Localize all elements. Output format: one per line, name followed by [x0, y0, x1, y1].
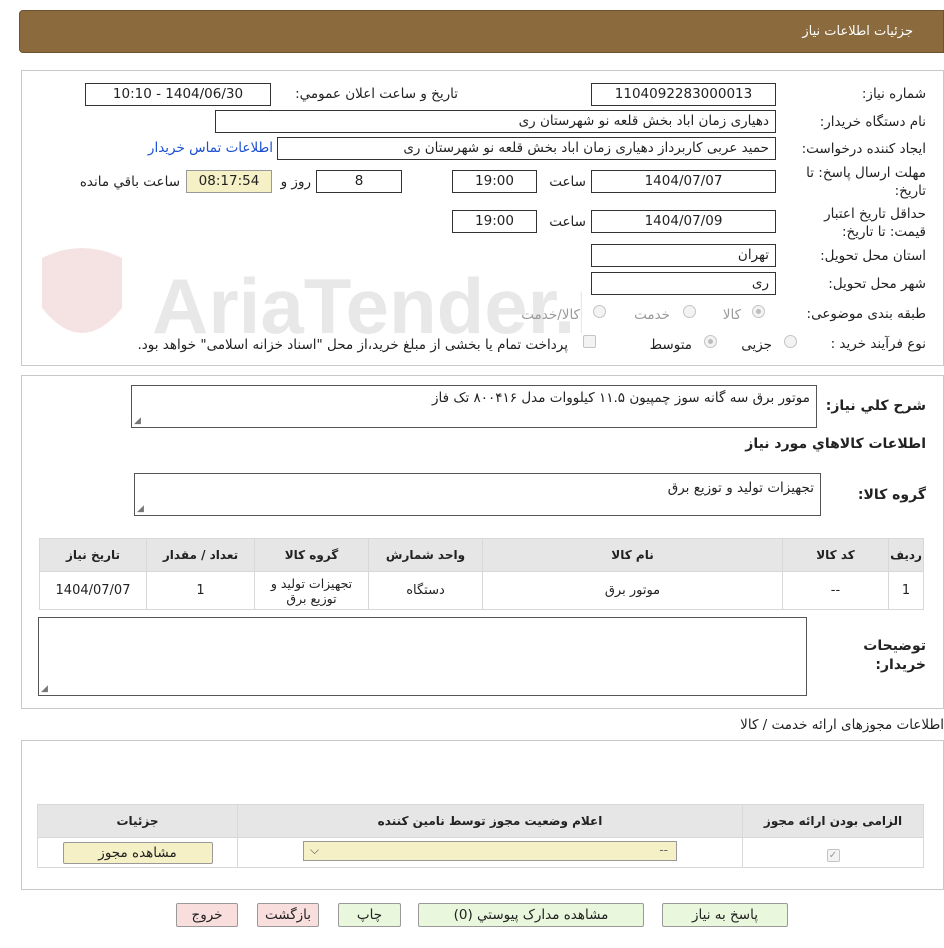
deadline-time-field: 19:00 [452, 170, 537, 193]
process-radio-medium[interactable] [704, 335, 717, 348]
process-option-medium: متوسط [649, 337, 692, 353]
chevron-down-icon: ⌵ [310, 842, 320, 857]
goods-table-header: رديف کد کالا نام کالا واحد شمارش گروه کا… [39, 538, 924, 572]
permit-status-select[interactable]: ⌵ -- [303, 840, 677, 861]
treasury-checkbox[interactable] [583, 335, 596, 348]
goods-table: رديف کد کالا نام کالا واحد شمارش گروه کا… [39, 538, 924, 610]
attachments-button[interactable]: مشاهده مدارک پيوستي (0) [418, 903, 644, 927]
cell-name: موتور برق [482, 571, 783, 610]
col-permit-required: الزامی بودن ارائه مجوز [742, 804, 924, 838]
announce-label: تاریخ و ساعت اعلان عمومي: [295, 86, 458, 102]
creator-label: ایجاد کننده درخواست: [801, 141, 926, 157]
process-label: نوع فرآیند خرید : [830, 336, 926, 352]
need-number-label: شماره نیاز: [861, 86, 926, 102]
exit-button[interactable]: خروج [176, 903, 238, 927]
buyer-org-label: نام دستگاه خريدار: [819, 114, 926, 130]
resize-grip-icon[interactable]: ◢ [41, 684, 48, 694]
days-field: 8 [316, 170, 402, 193]
cell-group: تجهیزات تولید و توزیع برق [254, 571, 369, 610]
col-name: نام کالا [482, 538, 783, 572]
permits-title: اطلاعات مجوزهای ارائه خدمت / کالا [740, 717, 944, 733]
permits-table: الزامی بودن ارائه مجوز اعلام وضعیت مجوز … [37, 804, 924, 868]
days-label: روز و [280, 174, 311, 190]
buyer-notes-label: توضيحات [863, 638, 926, 654]
permits-table-header: الزامی بودن ارائه مجوز اعلام وضعیت مجوز … [37, 804, 924, 838]
page-header: جزئیات اطلاعات نیاز [19, 10, 944, 53]
deadline-time-label: ساعت [549, 174, 586, 190]
col-group: گروه کالا [254, 538, 369, 572]
back-button[interactable]: بازگشت [257, 903, 319, 927]
need-number-field: 1104092283000013 [591, 83, 776, 106]
deadline-date-field: 1404/07/07 [591, 170, 776, 193]
category-option-service: خدمت [634, 307, 670, 323]
col-code: کد کالا [782, 538, 889, 572]
province-label: استان محل تحویل: [820, 248, 926, 264]
category-label: طبقه بندی موضوعی: [806, 306, 926, 322]
goods-group-text: تجهیزات تولید و توزیع برق [667, 480, 814, 496]
buyer-notes-textarea: ◢ [38, 617, 807, 696]
creator-field: حمید عربی کاربرداز دهیاری زمان اباد بخش … [277, 137, 776, 160]
cell-date: 1404/07/07 [39, 571, 147, 610]
city-label: شهر محل تحویل: [828, 276, 926, 292]
goods-info-title: اطلاعات کالاهاي مورد نياز [745, 436, 926, 452]
contact-buyer-link[interactable]: اطلاعات تماس خریدار [148, 140, 273, 156]
remaining-time-field: 08:17:54 [186, 170, 272, 193]
validity-time-label: ساعت [549, 214, 586, 230]
category-option-goods: کالا [722, 307, 741, 323]
view-permit-button[interactable]: مشاهده مجوز [62, 841, 213, 864]
cell-permit-required: ✓ [742, 837, 924, 868]
category-radio-service[interactable] [683, 305, 696, 318]
cell-permit-status: ⌵ -- [237, 837, 743, 868]
cell-code: -- [782, 571, 889, 610]
remaining-label: ساعت باقي مانده [79, 174, 180, 190]
buyer-org-field: دهیاری زمان اباد بخش قلعه نو شهرستان ری [215, 110, 776, 133]
print-button[interactable]: چاپ [338, 903, 401, 927]
goods-group-textarea: تجهیزات تولید و توزیع برق ◢ [134, 473, 821, 516]
col-permit-details: جزئیات [37, 804, 238, 838]
category-radio-goods[interactable] [752, 305, 765, 318]
validity-time-field: 19:00 [452, 210, 537, 233]
col-permit-status: اعلام وضعیت مجوز توسط نامین کننده [237, 804, 743, 838]
deadline-label-2: تاریخ: [894, 183, 926, 199]
summary-label: شرح کلي نياز: [825, 398, 926, 414]
summary-text: موتور برق سه گانه سوز چمپیون ۱۱.۵ کیلووا… [432, 390, 810, 406]
page-title: جزئیات اطلاعات نیاز [802, 24, 913, 39]
city-field: ری [591, 272, 776, 295]
col-unit: واحد شمارش [368, 538, 483, 572]
validity-date-field: 1404/07/09 [591, 210, 776, 233]
announce-field: 1404/06/30 - 10:10 [85, 83, 271, 106]
validity-label: حداقل تاریخ اعتبار [824, 206, 926, 222]
table-row: 1 -- موتور برق دستگاه تجهیزات تولید و تو… [39, 571, 924, 610]
process-radio-minor[interactable] [784, 335, 797, 348]
buyer-notes-label-2: خريدار: [875, 657, 926, 673]
col-date: تاريخ نياز [39, 538, 147, 572]
category-radio-goods-service[interactable] [593, 305, 606, 318]
permit-required-checkbox: ✓ [826, 849, 840, 862]
permit-status-value: -- [659, 842, 668, 857]
resize-grip-icon[interactable]: ◢ [134, 416, 141, 426]
province-field: تهران [591, 244, 776, 267]
cell-row: 1 [888, 571, 924, 610]
deadline-label: مهلت ارسال پاسخ: تا [806, 165, 926, 181]
reply-button[interactable]: پاسخ به نياز [662, 903, 788, 927]
col-qty: تعداد / مقدار [146, 538, 255, 572]
cell-qty: 1 [146, 571, 255, 610]
category-option-goods-service: کالا/خدمت [521, 307, 580, 323]
validity-label-2: قیمت: تا تاریخ: [842, 224, 926, 240]
resize-grip-icon[interactable]: ◢ [137, 504, 144, 514]
process-note: پرداخت تمام یا بخشی از مبلغ خرید،از محل … [137, 337, 568, 353]
summary-textarea: موتور برق سه گانه سوز چمپیون ۱۱.۵ کیلووا… [131, 385, 817, 428]
cell-unit: دستگاه [368, 571, 483, 610]
process-option-minor: جزیی [741, 337, 772, 353]
table-row: ✓ ⌵ -- مشاهده مجوز [37, 837, 924, 868]
cell-permit-details: مشاهده مجوز [37, 837, 238, 868]
goods-group-label: گروه کالا: [857, 487, 926, 503]
col-row: رديف [888, 538, 924, 572]
